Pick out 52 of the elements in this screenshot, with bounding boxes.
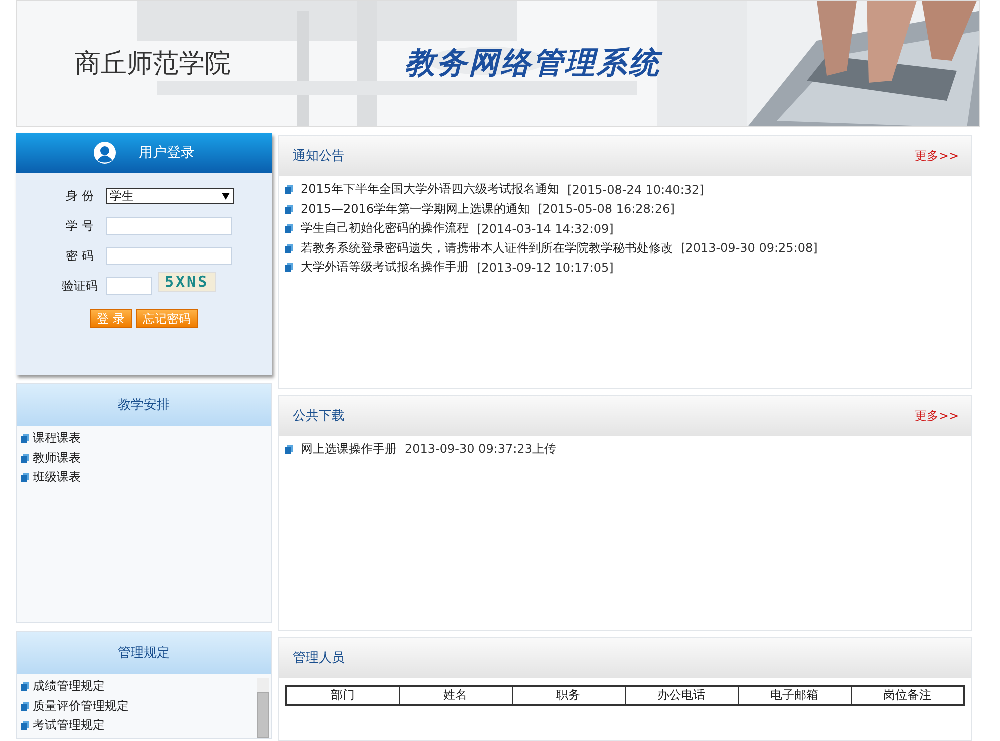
field-label: 学 号 [65,218,95,234]
more-link[interactable]: 更多>> [914,148,959,164]
date-text: 2013-09-30 09:37:23上传 [405,441,556,458]
notice-link[interactable]: 2015年下半年全国大学外语四六级考试报名通知 [301,181,560,198]
notice-link[interactable]: 2015—2016学年第一学期网上选课的通知 [301,200,530,218]
identity-select[interactable]: 学生 [106,188,234,204]
date-text: [2015-05-08 16:28:26] [538,202,675,216]
notice-link[interactable]: 网上选课操作手册 [301,441,397,458]
document-icon [285,204,293,214]
menu-link[interactable]: 课程课表 [33,430,81,448]
panel-title: 管理规定 [118,645,170,662]
document-icon [21,682,29,692]
notice-link[interactable]: 学生自己初始化密码的操作流程 [301,220,469,238]
system-title: 教务网络管理系统 [405,45,661,83]
date-text: [2014-03-14 14:32:09] [477,222,614,236]
document-icon [285,244,293,253]
scrollbar[interactable] [257,678,269,738]
menu-link[interactable]: 教师课表 [33,450,81,467]
field-label: 验证码 [61,278,99,294]
notice-link[interactable]: 若教务系统登录密码遗失，请携带本人证件到所在学院教学秘书处修改 [301,240,673,257]
date-text: [2015-08-24 10:40:32] [568,182,704,197]
menu-link[interactable]: 考试管理规定 [33,717,105,734]
notice-link[interactable]: 大学外语等级考试报名操作手册 [301,259,469,276]
captcha-image: 5XNS [158,272,216,292]
menu-link[interactable]: 质量评价管理规定 [33,698,129,715]
date-text: [2013-09-30 09:25:08] [681,241,818,256]
date-text: [2013-09-12 10:17:05] [477,260,614,275]
menu-link[interactable]: 班级课表 [33,469,81,486]
document-icon [285,185,293,194]
document-icon [21,454,29,463]
document-icon [285,263,293,272]
document-icon [285,224,293,234]
panel-title: 用户登录 [139,144,195,162]
school-name: 商丘师范学院 [75,48,231,81]
student-id-field[interactable] [106,217,232,235]
panel-title: 公共下载 [293,408,345,425]
menu-link[interactable]: 成绩管理规定 [33,678,105,696]
document-icon [285,445,293,454]
field-label: 密 码 [65,248,95,264]
panel-title: 通知公告 [293,148,345,165]
captcha-field[interactable] [106,277,152,295]
panel-title: 教学安排 [118,397,170,414]
more-link[interactable]: 更多>> [914,408,959,424]
panel-title: 管理人员 [293,650,345,667]
document-icon [21,721,29,730]
document-icon [21,473,29,482]
dropdown-arrow-icon [222,192,230,200]
password-field[interactable] [106,247,232,265]
document-icon [21,702,29,711]
user-icon [93,141,117,165]
field-label: 身 份 [65,188,95,204]
document-icon [21,434,29,444]
